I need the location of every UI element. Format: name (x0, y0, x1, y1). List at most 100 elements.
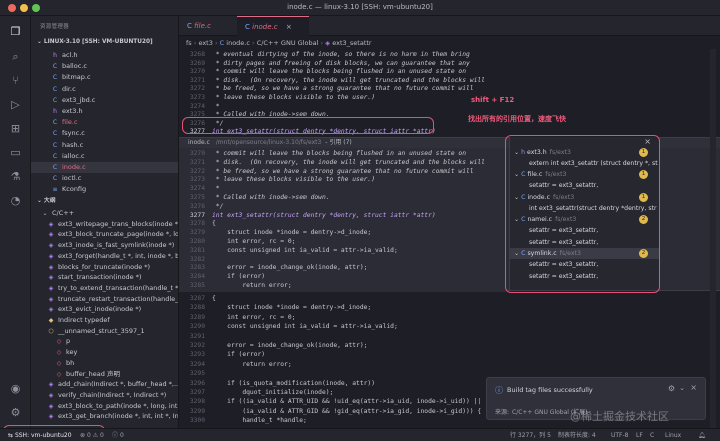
outline-item[interactable]: ◇ key (31, 347, 178, 358)
outline-item[interactable]: ◈ ext3_evict_inode(inode *) (31, 304, 178, 315)
symbol-icon: ◇ (56, 359, 62, 367)
file-type-icon: C (52, 141, 58, 149)
breadcrumb-item[interactable]: fs (186, 39, 192, 47)
remote-explorer-icon[interactable]: ▭ (9, 146, 22, 159)
encoding[interactable]: UTF-8 (611, 429, 629, 441)
language-mode[interactable]: C (650, 429, 654, 441)
breadcrumb-item[interactable]: ext3 (198, 39, 212, 47)
outline-item[interactable]: ◈ ext3_writepage_trans_blocks(inode *) (31, 219, 178, 230)
editor-code-top[interactable]: 3268 * eventual dirtying of the inode, s… (179, 50, 720, 137)
c-file-icon: C (219, 39, 225, 47)
file-item[interactable]: Cinode.c (31, 162, 178, 173)
file-item[interactable]: Cdir.c (31, 84, 178, 95)
remote-indicator[interactable]: ⇆ SSH: vm-ubuntu20 (8, 429, 72, 441)
reference-file-group[interactable]: ⌄ C file.c fs/ext3 1 (510, 169, 660, 180)
file-item[interactable]: h acl.h (31, 50, 178, 61)
outline-item[interactable]: ◈ verify_chain(Indirect *, Indirect *) (31, 390, 178, 401)
symbol-icon: ◆ (48, 317, 54, 324)
gear-icon[interactable]: ⚙ (668, 384, 675, 393)
indentation[interactable]: 制表符长度: 4 (558, 429, 596, 441)
breadcrumb-item[interactable]: ext3_setattr (332, 39, 371, 47)
reference-item[interactable]: setattr = ext3_setattr, (510, 237, 660, 248)
outline-item[interactable]: ◇ p (31, 336, 178, 347)
outline-header[interactable]: ⌄ 大纲 (31, 196, 178, 207)
editor-scrollbar[interactable] (710, 49, 716, 429)
outline-item[interactable]: ⬡ __unnamed_struct_3597_1 (31, 326, 178, 337)
outline-item[interactable]: ⌄ C/C++ (31, 208, 178, 219)
file-item[interactable]: Cballoc.c (31, 61, 178, 72)
symbol-icon: ◇ (56, 338, 62, 346)
testing-icon[interactable]: ⚗ (9, 170, 22, 183)
file-type-icon: C (52, 152, 58, 160)
reference-file-group[interactable]: ⌄ C namei.c fs/ext3 2 (510, 214, 660, 225)
extensions-icon[interactable]: ⊞ (9, 122, 22, 135)
file-type-icon: C (52, 96, 58, 104)
reference-item[interactable]: setattr = ext3_setattr, (510, 225, 660, 236)
reference-item[interactable]: setattr = ext3_setattr, (510, 271, 660, 282)
symbol-icon: ⬡ (48, 327, 54, 335)
files-icon[interactable]: ❐ (9, 25, 22, 38)
outline-item[interactable]: ◈ add_chain(Indirect *, buffer_head *,... (31, 379, 178, 390)
file-item[interactable]: Cbitmap.c (31, 72, 178, 83)
file-type-icon: C (52, 74, 58, 82)
outline-item[interactable]: ◈ ext3_get_branch(inode *, int, int *, In… (31, 411, 178, 422)
close-icon[interactable]: × (690, 383, 697, 392)
run-debug-icon[interactable]: ▷ (9, 98, 22, 111)
file-item[interactable]: Cext3_jbd.c (31, 95, 178, 106)
account-icon[interactable]: ◉ (9, 382, 22, 395)
close-icon[interactable]: × (286, 23, 292, 31)
reference-item[interactable]: setattr = ext3_setattr, (510, 259, 660, 270)
status-bar: ⇆ SSH: vm-ubuntu20 ⊗ 0 ⚠ 0 ⓘ 0 行 3277，列 … (0, 428, 720, 441)
reference-count-badge: 2 (639, 249, 648, 259)
file-type-icon: h (53, 52, 57, 59)
bell-icon[interactable]: 🔔︎ (698, 429, 706, 441)
cursor-position[interactable]: 行 3277，列 5 (510, 429, 551, 441)
outline-item[interactable]: ◈ truncate_restart_transaction(handle_t..… (31, 294, 178, 305)
breadcrumb-item[interactable]: inode.c (226, 39, 250, 47)
outline-item[interactable]: ◈ try_to_extend_transaction(handle_t *... (31, 283, 178, 294)
breadcrumb-item[interactable]: C/C++ GNU Global (257, 39, 319, 47)
outline-item[interactable]: ◈ start_transaction(inode *) (31, 272, 178, 283)
watermark: @稀土掘金技术社区 (570, 410, 669, 423)
outline-item[interactable]: ◈ blocks_for_truncate(inode *) (31, 262, 178, 273)
problems-indicator[interactable]: ⊗ 0 ⚠ 0 (80, 429, 104, 441)
file-type-icon: h (53, 108, 57, 115)
line-ending[interactable]: LF (636, 429, 643, 441)
function-icon: ◈ (48, 242, 54, 250)
file-type-icon: C (52, 85, 58, 93)
file-item[interactable]: h ext3.h (31, 106, 178, 117)
chevron-down-icon[interactable]: ⌄ (679, 384, 685, 392)
file-item[interactable]: Chash.c (31, 140, 178, 151)
reference-file-group[interactable]: ⌄ h ext3.h fs/ext3 1 (510, 147, 660, 158)
outline-item[interactable]: ◇ buffer_head 声明 (31, 369, 178, 380)
file-item[interactable]: ≡ Kconfig (31, 184, 178, 195)
tab-inode-c[interactable]: C inode.c × (237, 16, 309, 36)
outline-item[interactable]: ◈ ext3_block_truncate_page(inode *, lo... (31, 229, 178, 240)
file-item[interactable]: Cialloc.c (31, 151, 178, 162)
peek-code[interactable]: 3270 * commit will leave the blocks bein… (179, 148, 508, 292)
reference-item[interactable]: setattr = ext3_setattr, (510, 180, 660, 191)
file-item[interactable]: Cfsync.c (31, 128, 178, 139)
info-indicator[interactable]: ⓘ 0 (112, 429, 124, 441)
workspace-root[interactable]: ⌄ LINUX-3.10 [SSH: VM-UBUNTU20] (31, 37, 178, 48)
reference-item[interactable]: extern int ext3_setattr (struct dentry *… (510, 158, 660, 169)
gitlens-icon[interactable]: ◔ (9, 194, 22, 207)
reference-list: × ⌄ h ext3.h fs/ext3 1 extern int ext3_seta… (509, 137, 660, 290)
outline-item[interactable]: ◆ Indirect typedef (31, 315, 178, 326)
search-icon[interactable]: ⌕ (9, 50, 22, 63)
file-item[interactable]: Cfile.c (31, 117, 178, 128)
platform[interactable]: Linux (665, 429, 681, 441)
reference-file-group[interactable]: ⌄ C inode.c fs/ext3 1 (510, 192, 660, 203)
source-control-icon[interactable]: ⑂ (9, 74, 22, 87)
settings-icon[interactable]: ⚙ (9, 406, 22, 419)
outline-item[interactable]: ◇ bh (31, 358, 178, 369)
tab-file-c[interactable]: C file.c (179, 16, 237, 36)
reference-item[interactable]: int ext3_setattr(struct dentry *dentry, … (510, 203, 660, 214)
outline-item[interactable]: ◈ ext3_forget(handle_t *, int, inode *, b… (31, 251, 178, 262)
reference-file-group[interactable]: ⌄ C symlink.c fs/ext3 2 (510, 248, 660, 260)
function-icon: ◈ (48, 391, 54, 399)
close-icon[interactable]: × (644, 137, 651, 146)
outline-item[interactable]: ◈ ext3_inode_is_fast_symlink(inode *) (31, 240, 178, 251)
outline-item[interactable]: ◈ ext3_block_to_path(inode *, long, int .… (31, 401, 178, 412)
file-item[interactable]: Cioctl.c (31, 173, 178, 184)
